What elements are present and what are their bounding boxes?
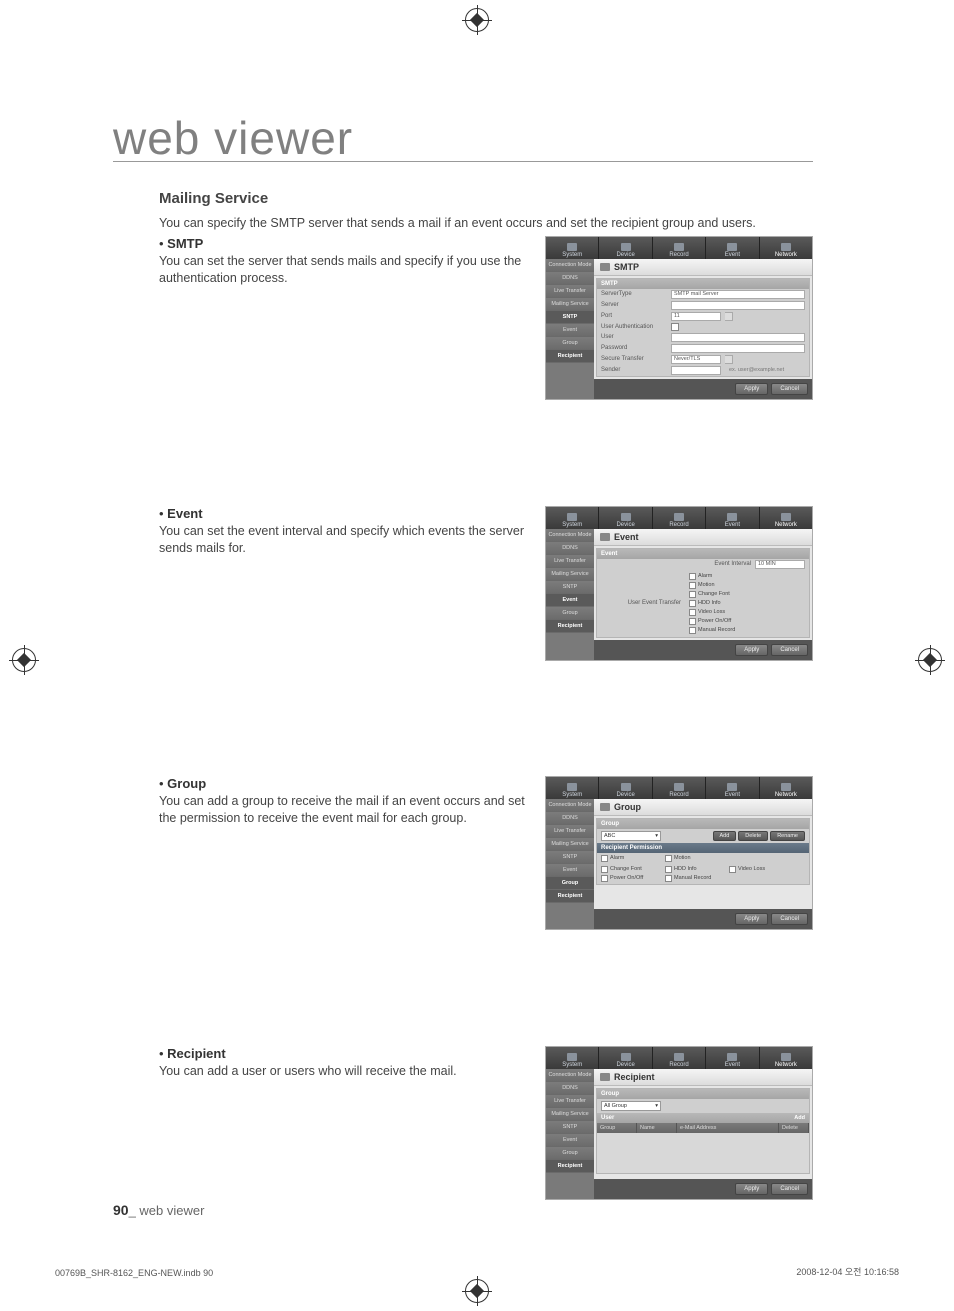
recipient-screenshot: System Device Record Event Network Conne… (545, 1046, 813, 1200)
group-heading: • Group (159, 776, 531, 791)
side-group: Group (546, 337, 594, 350)
side-mailing: Mailing Service (546, 298, 594, 311)
registration-mark (465, 8, 489, 32)
recipient-body: You can add a user or users who will rec… (159, 1063, 531, 1080)
smtp-heading: • SMTP (159, 236, 531, 251)
event-screenshot: System Device Record Event Network Conne… (545, 506, 813, 661)
tab-event: Event (706, 237, 759, 259)
section-heading: Mailing Service (159, 190, 813, 207)
side-live: Live Transfer (546, 285, 594, 298)
registration-mark (465, 1279, 489, 1303)
footer-file: 00769B_SHR-8162_ENG-NEW.indb 90 (55, 1268, 213, 1278)
tab-network: Network (760, 237, 812, 259)
cancel-button: Cancel (771, 383, 808, 395)
event-body: You can set the event interval and speci… (159, 523, 531, 557)
tab-record: Record (653, 237, 706, 259)
tab-system: System (546, 237, 599, 259)
page-number: 90_ web viewer (113, 1202, 204, 1218)
side-event: Event (546, 324, 594, 337)
registration-mark (12, 648, 36, 672)
side-connection: Connection Mode (546, 259, 594, 272)
smtp-body: You can set the server that sends mails … (159, 253, 531, 287)
side-sntp: SNTP (546, 311, 594, 324)
recipient-heading: • Recipient (159, 1046, 531, 1061)
page-title: web viewer (113, 115, 813, 162)
apply-button: Apply (735, 383, 768, 395)
checkbox-icon (671, 323, 679, 331)
group-body: You can add a group to receive the mail … (159, 793, 531, 827)
panel-icon (600, 263, 610, 271)
footer-timestamp: 2008-12-04 오전 10:16:58 (796, 1265, 899, 1278)
registration-mark (918, 648, 942, 672)
section-intro: You can specify the SMTP server that sen… (159, 215, 813, 232)
side-recipient: Recipient (546, 350, 594, 363)
page-content: web viewer Mailing Service You can speci… (113, 115, 813, 1216)
tab-device: Device (599, 237, 652, 259)
dropdown-icon (725, 355, 733, 364)
side-ddns: DDNS (546, 272, 594, 285)
event-heading: • Event (159, 506, 531, 521)
smtp-screenshot: System Device Record Event Network Conne… (545, 236, 813, 400)
spinner-icon (725, 312, 733, 321)
group-screenshot: System Device Record Event Network Conne… (545, 776, 813, 930)
